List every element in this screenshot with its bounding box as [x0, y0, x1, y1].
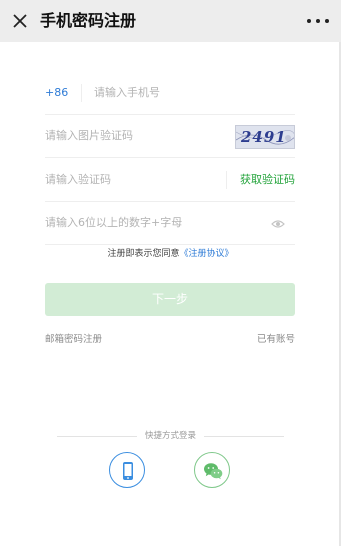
close-icon — [13, 14, 27, 28]
captcha-text: 2491 — [241, 128, 287, 146]
password-input[interactable]: 请输入6位以上的数字+字母 — [45, 215, 182, 231]
have-account-link[interactable]: 已有账号 — [257, 333, 295, 347]
quick-login-label: 快捷方式登录 — [144, 431, 196, 441]
get-code-button[interactable]: 获取验证码 — [240, 172, 295, 188]
wechat-icon — [204, 463, 223, 480]
captcha-input[interactable]: 请输入图片验证码 — [45, 128, 133, 144]
more-dot-icon — [316, 19, 320, 23]
title-bar: 手机密码注册 — [0, 0, 341, 42]
wechat-login-button[interactable] — [194, 452, 230, 488]
divider — [81, 84, 82, 102]
divider — [226, 171, 227, 189]
sms-code-row: 请输入验证码 获取验证码 — [45, 159, 295, 202]
agreement-link[interactable]: 《注册协议》 — [180, 249, 234, 259]
agreement-text: 注册即表示您同意《注册协议》 — [0, 248, 341, 261]
phone-login-button[interactable] — [109, 452, 145, 488]
country-code-selector[interactable]: +86 — [45, 85, 68, 101]
captcha-image[interactable]: 2491 — [235, 125, 295, 149]
sms-code-input[interactable]: 请输入验证码 — [45, 172, 111, 188]
password-row: 请输入6位以上的数字+字母 — [45, 202, 295, 245]
page-title: 手机密码注册 — [40, 11, 137, 30]
captcha-row: 请输入图片验证码 2491 — [45, 115, 295, 158]
agreement-prefix: 注册即表示您同意 — [107, 249, 180, 259]
more-button[interactable] — [307, 13, 329, 29]
close-button[interactable] — [11, 12, 29, 30]
next-button[interactable]: 下一步 — [45, 283, 295, 316]
email-register-link[interactable]: 邮箱密码注册 — [45, 333, 102, 347]
more-dot-icon — [325, 19, 329, 23]
show-password-button[interactable] — [271, 216, 285, 230]
phone-row: +86 请输入手机号 — [45, 72, 295, 115]
eye-icon — [271, 220, 285, 228]
more-dot-icon — [307, 19, 311, 23]
phone-icon — [123, 462, 133, 480]
phone-input[interactable]: 请输入手机号 — [94, 85, 160, 101]
